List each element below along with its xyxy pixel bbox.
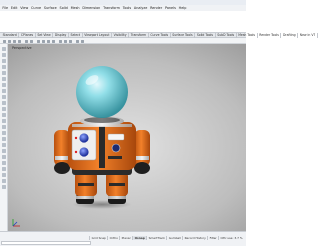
status-gumball[interactable]: Gumball: [166, 235, 182, 240]
tab-mesh-tools[interactable]: Mesh Tools: [237, 32, 258, 38]
new-file-icon[interactable]: [3, 39, 6, 43]
menu-surface[interactable]: Surface: [42, 6, 58, 11]
dimension-tool-icon[interactable]: [2, 137, 6, 141]
chest-button-upper: [79, 133, 89, 143]
mesh-tool-icon[interactable]: [2, 125, 6, 129]
layer-icon[interactable]: [64, 39, 67, 43]
right-arm: [134, 130, 150, 166]
left-glove: [54, 162, 70, 174]
chest-button-lower: [79, 147, 89, 157]
print-icon[interactable]: [18, 39, 21, 43]
select-icon[interactable]: [59, 39, 62, 43]
tab-transform[interactable]: Transform: [129, 32, 149, 38]
curve-tool-icon[interactable]: [2, 71, 6, 75]
text-tool-icon[interactable]: [2, 131, 6, 135]
circle-tool-icon[interactable]: [2, 77, 6, 81]
redo-icon[interactable]: [30, 39, 33, 43]
line-tool-icon[interactable]: [2, 59, 6, 63]
status-ortho[interactable]: Ortho: [107, 235, 119, 240]
menu-curve[interactable]: Curve: [30, 6, 43, 11]
menu-file[interactable]: File: [1, 6, 9, 11]
tab-cplanes[interactable]: CPlanes: [19, 32, 36, 38]
mission-badge: [111, 143, 121, 153]
point-tool-icon[interactable]: [2, 53, 6, 57]
rectangle-tool-icon[interactable]: [2, 89, 6, 93]
tab-visibility[interactable]: Visibility: [112, 32, 130, 38]
trim-tool-icon[interactable]: [2, 161, 6, 165]
save-icon[interactable]: [13, 39, 16, 43]
tab-drafting[interactable]: Drafting: [281, 32, 299, 38]
menu-render[interactable]: Render: [149, 6, 164, 11]
status-planar[interactable]: Planar: [119, 235, 132, 240]
transform-tool-icon[interactable]: [2, 143, 6, 147]
tab-set-view[interactable]: Set View: [36, 32, 54, 38]
helmet-visor: [76, 66, 128, 118]
properties-icon[interactable]: [69, 39, 72, 43]
menu-analyze[interactable]: Analyze: [133, 6, 149, 11]
tab-standard[interactable]: Standard: [1, 32, 20, 38]
command-history-area: [0, 11, 246, 32]
command-input[interactable]: [1, 241, 91, 245]
status-smarttrack[interactable]: SmartTrack: [146, 235, 166, 240]
status-cpu-use: CPU use: 3.7 %: [218, 235, 244, 240]
tab-select[interactable]: Select: [69, 32, 83, 38]
undo-icon[interactable]: [25, 39, 28, 43]
status-filter[interactable]: Filter: [207, 235, 218, 240]
render-icon[interactable]: [76, 39, 79, 43]
zoom-extents-icon[interactable]: [52, 39, 55, 43]
cylinder-tool-icon[interactable]: [2, 119, 6, 123]
arc-tool-icon[interactable]: [2, 83, 6, 87]
status-bar: Grid Snap Ortho Planar Osnap SmartTrack …: [0, 231, 246, 246]
zoom-icon[interactable]: [47, 39, 50, 43]
menu-tools[interactable]: Tools: [121, 6, 132, 11]
menu-panels[interactable]: Panels: [164, 6, 178, 11]
surface-tool-icon[interactable]: [2, 101, 6, 105]
tab-render-tools[interactable]: Render Tools: [258, 32, 282, 38]
polygon-tool-icon[interactable]: [2, 95, 6, 99]
tab-new-in-v7[interactable]: New in V7: [298, 32, 318, 38]
pan-icon[interactable]: [37, 39, 40, 43]
tab-solid-tools[interactable]: Solid Tools: [195, 32, 216, 38]
boolean-tool-icon[interactable]: [2, 149, 6, 153]
menu-dimension[interactable]: Dimension: [81, 6, 102, 11]
tab-subd-tools[interactable]: SubD Tools: [216, 32, 237, 38]
select-tool-icon[interactable]: [2, 47, 6, 51]
menu-edit[interactable]: Edit: [9, 6, 18, 11]
left-arm: [54, 130, 70, 166]
polyline-tool-icon[interactable]: [2, 65, 6, 69]
rotate-view-icon[interactable]: [42, 39, 45, 43]
axis-indicator: [12, 219, 20, 227]
tab-display[interactable]: Display: [53, 32, 69, 38]
join-tool-icon[interactable]: [2, 173, 6, 177]
status-osnap[interactable]: Osnap: [132, 235, 147, 240]
sphere-tool-icon[interactable]: [2, 113, 6, 117]
analyze-tool-icon[interactable]: [2, 185, 6, 189]
menu-mesh[interactable]: Mesh: [69, 6, 81, 11]
status-record-history[interactable]: Record History: [182, 235, 207, 240]
box-tool-icon[interactable]: [2, 107, 6, 111]
fillet-tool-icon[interactable]: [2, 155, 6, 159]
tab-curve-tools[interactable]: Curve Tools: [149, 32, 171, 38]
menu-transform[interactable]: Transform: [102, 6, 122, 11]
explode-tool-icon[interactable]: [2, 179, 6, 183]
options-icon[interactable]: [81, 39, 84, 43]
menu-solid[interactable]: Solid: [58, 6, 69, 11]
menu-help[interactable]: Help: [177, 6, 188, 11]
tab-surface-tools[interactable]: Surface Tools: [171, 32, 196, 38]
status-grid-snap[interactable]: Grid Snap: [89, 235, 107, 240]
name-patch: [107, 133, 125, 141]
perspective-viewport[interactable]: Perspective: [8, 44, 246, 231]
left-toolbar: [0, 44, 8, 231]
menu-view[interactable]: View: [19, 6, 30, 11]
tab-viewport-layout[interactable]: Viewport Layout: [83, 32, 113, 38]
split-tool-icon[interactable]: [2, 167, 6, 171]
right-glove: [134, 162, 150, 174]
astronaut-model[interactable]: [8, 44, 246, 231]
open-file-icon[interactable]: [8, 39, 11, 43]
